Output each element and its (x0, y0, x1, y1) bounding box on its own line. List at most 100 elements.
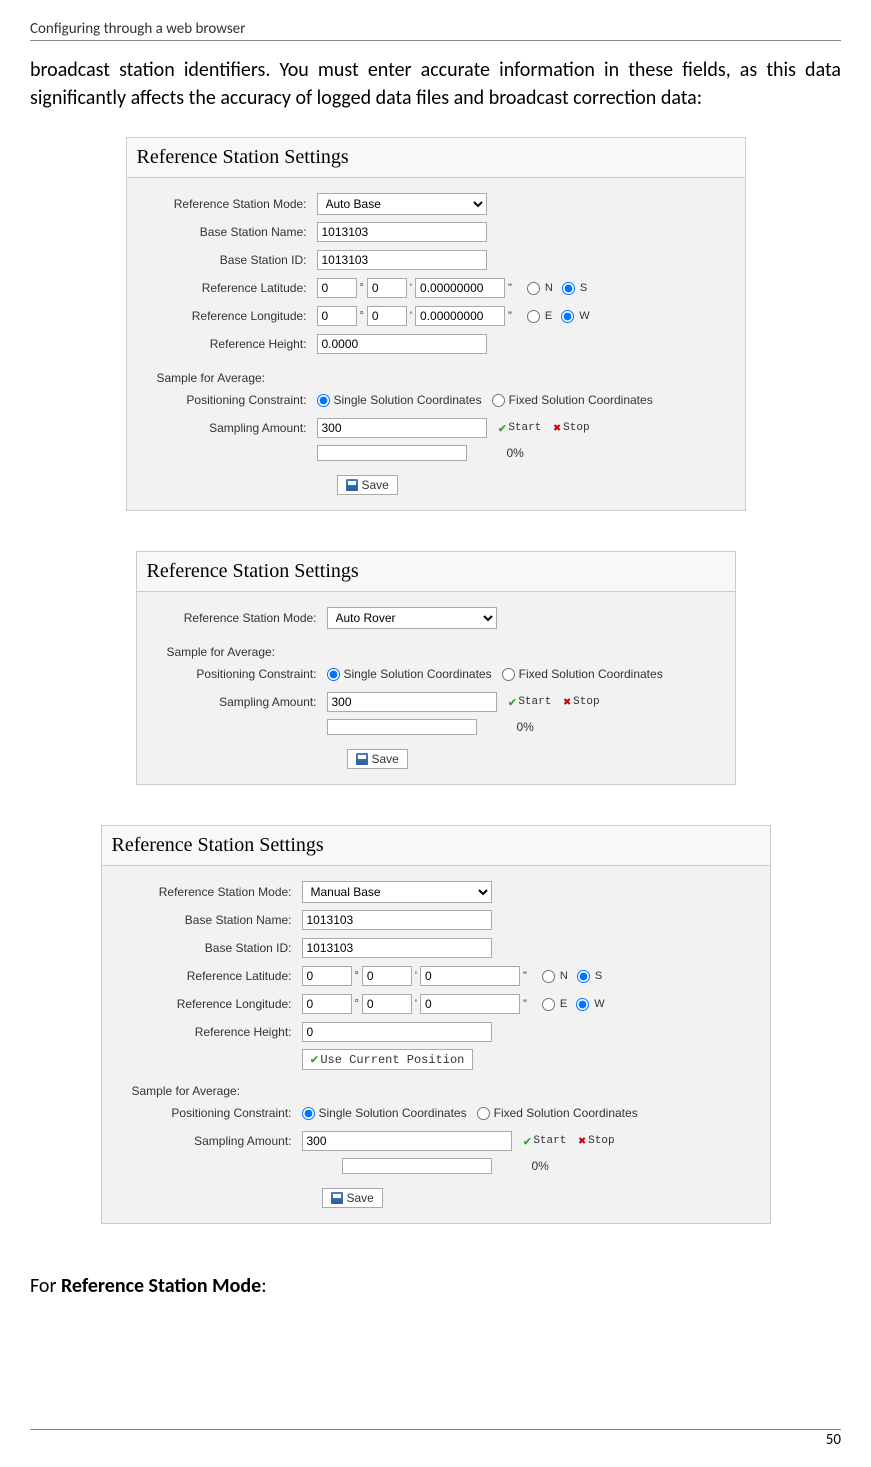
label-e: E (545, 310, 552, 322)
radio-lat-n[interactable] (542, 970, 555, 983)
radio-single[interactable] (302, 1107, 315, 1120)
label-s: S (580, 282, 587, 294)
input-lon-d[interactable] (317, 306, 357, 326)
label-fixed: Fixed Solution Coordinates (494, 1106, 638, 1120)
label-s: S (595, 970, 602, 982)
radio-lon-e[interactable] (527, 310, 540, 323)
label-name: Base Station Name: (147, 225, 317, 239)
check-icon: ✔ (524, 1134, 532, 1149)
label-id: Base Station ID: (147, 253, 317, 267)
label-name: Base Station Name: (122, 913, 302, 927)
label-mode: Reference Station Mode: (147, 197, 317, 211)
input-lon-d[interactable] (302, 994, 352, 1014)
input-lat-s[interactable] (420, 966, 520, 986)
save-button[interactable]: Save (347, 749, 408, 769)
input-id[interactable] (302, 938, 492, 958)
label-sample: Sample for Average: (157, 645, 307, 659)
input-lon-s[interactable] (415, 306, 505, 326)
label-height: Reference Height: (122, 1025, 302, 1039)
input-lon-m[interactable] (362, 994, 412, 1014)
input-lon-m[interactable] (367, 306, 407, 326)
progress-text: 0% (507, 446, 524, 460)
radio-fixed[interactable] (477, 1107, 490, 1120)
save-button[interactable]: Save (337, 475, 398, 495)
label-pos: Positioning Constraint: (157, 667, 327, 681)
input-name[interactable] (317, 222, 487, 242)
stop-button[interactable]: ✖Stop (553, 421, 589, 436)
label-amt: Sampling Amount: (122, 1134, 302, 1148)
label-mode: Reference Station Mode: (157, 611, 327, 625)
label-amt: Sampling Amount: (157, 695, 327, 709)
input-id[interactable] (317, 250, 487, 270)
label-sample: Sample for Average: (122, 1084, 272, 1098)
input-lon-s[interactable] (420, 994, 520, 1014)
deg-mark: ° (357, 282, 367, 294)
label-lon: Reference Longitude: (147, 309, 317, 323)
stop-button[interactable]: ✖Stop (578, 1134, 614, 1149)
input-amt[interactable] (317, 418, 487, 438)
progress-text: 0% (532, 1159, 549, 1173)
start-button[interactable]: ✔Start (499, 421, 542, 436)
label-n: N (560, 970, 568, 982)
label-n: N (545, 282, 553, 294)
select-mode[interactable]: Manual Base (302, 881, 492, 903)
radio-lon-w[interactable] (576, 998, 589, 1011)
label-height: Reference Height: (147, 337, 317, 351)
stop-button[interactable]: ✖Stop (563, 695, 599, 710)
panel-manual-base: Reference Station Settings Reference Sta… (101, 825, 771, 1224)
input-height[interactable] (317, 334, 487, 354)
label-id: Base Station ID: (122, 941, 302, 955)
label-single: Single Solution Coordinates (344, 667, 492, 681)
label-single: Single Solution Coordinates (319, 1106, 467, 1120)
page-number: 50 (30, 1429, 841, 1449)
save-button[interactable]: Save (322, 1188, 383, 1208)
label-e: E (560, 998, 567, 1010)
progress-bar (317, 445, 467, 461)
disk-icon (356, 753, 368, 765)
footer-line: For Reference Station Mode: (30, 1274, 841, 1298)
input-height[interactable] (302, 1022, 492, 1042)
input-lat-d[interactable] (302, 966, 352, 986)
panel-auto-rover: Reference Station Settings Reference Sta… (136, 551, 736, 785)
panel-auto-base: Reference Station Settings Reference Sta… (126, 137, 746, 511)
radio-fixed[interactable] (502, 668, 515, 681)
intro-paragraph: broadcast station identifiers. You must … (30, 56, 841, 112)
radio-single[interactable] (327, 668, 340, 681)
label-single: Single Solution Coordinates (334, 393, 482, 407)
progress-bar (342, 1158, 492, 1174)
input-lat-d[interactable] (317, 278, 357, 298)
panel-title: Reference Station Settings (127, 138, 745, 178)
radio-single[interactable] (317, 394, 330, 407)
label-pos: Positioning Constraint: (122, 1106, 302, 1120)
label-pos: Positioning Constraint: (147, 393, 317, 407)
label-w: W (579, 310, 589, 322)
panel-title: Reference Station Settings (137, 552, 735, 592)
radio-lon-w[interactable] (561, 310, 574, 323)
check-icon: ✔ (311, 1052, 319, 1067)
label-sample: Sample for Average: (147, 371, 297, 385)
radio-lon-e[interactable] (542, 998, 555, 1011)
label-fixed: Fixed Solution Coordinates (519, 667, 663, 681)
select-mode[interactable]: Auto Rover (327, 607, 497, 629)
radio-lat-s[interactable] (577, 970, 590, 983)
min-mark: ' (407, 282, 415, 294)
x-icon: ✖ (553, 421, 561, 436)
check-icon: ✔ (509, 695, 517, 710)
start-button[interactable]: ✔Start (524, 1134, 567, 1149)
input-amt[interactable] (302, 1131, 512, 1151)
start-button[interactable]: ✔Start (509, 695, 552, 710)
select-mode[interactable]: Auto Base (317, 193, 487, 215)
radio-fixed[interactable] (492, 394, 505, 407)
input-name[interactable] (302, 910, 492, 930)
radio-lat-n[interactable] (527, 282, 540, 295)
radio-lat-s[interactable] (562, 282, 575, 295)
input-lat-s[interactable] (415, 278, 505, 298)
disk-icon (346, 479, 358, 491)
use-current-position-button[interactable]: ✔Use Current Position (302, 1049, 474, 1070)
progress-bar (327, 719, 477, 735)
label-lat: Reference Latitude: (147, 281, 317, 295)
input-amt[interactable] (327, 692, 497, 712)
input-lat-m[interactable] (362, 966, 412, 986)
input-lat-m[interactable] (367, 278, 407, 298)
label-lon: Reference Longitude: (122, 997, 302, 1011)
